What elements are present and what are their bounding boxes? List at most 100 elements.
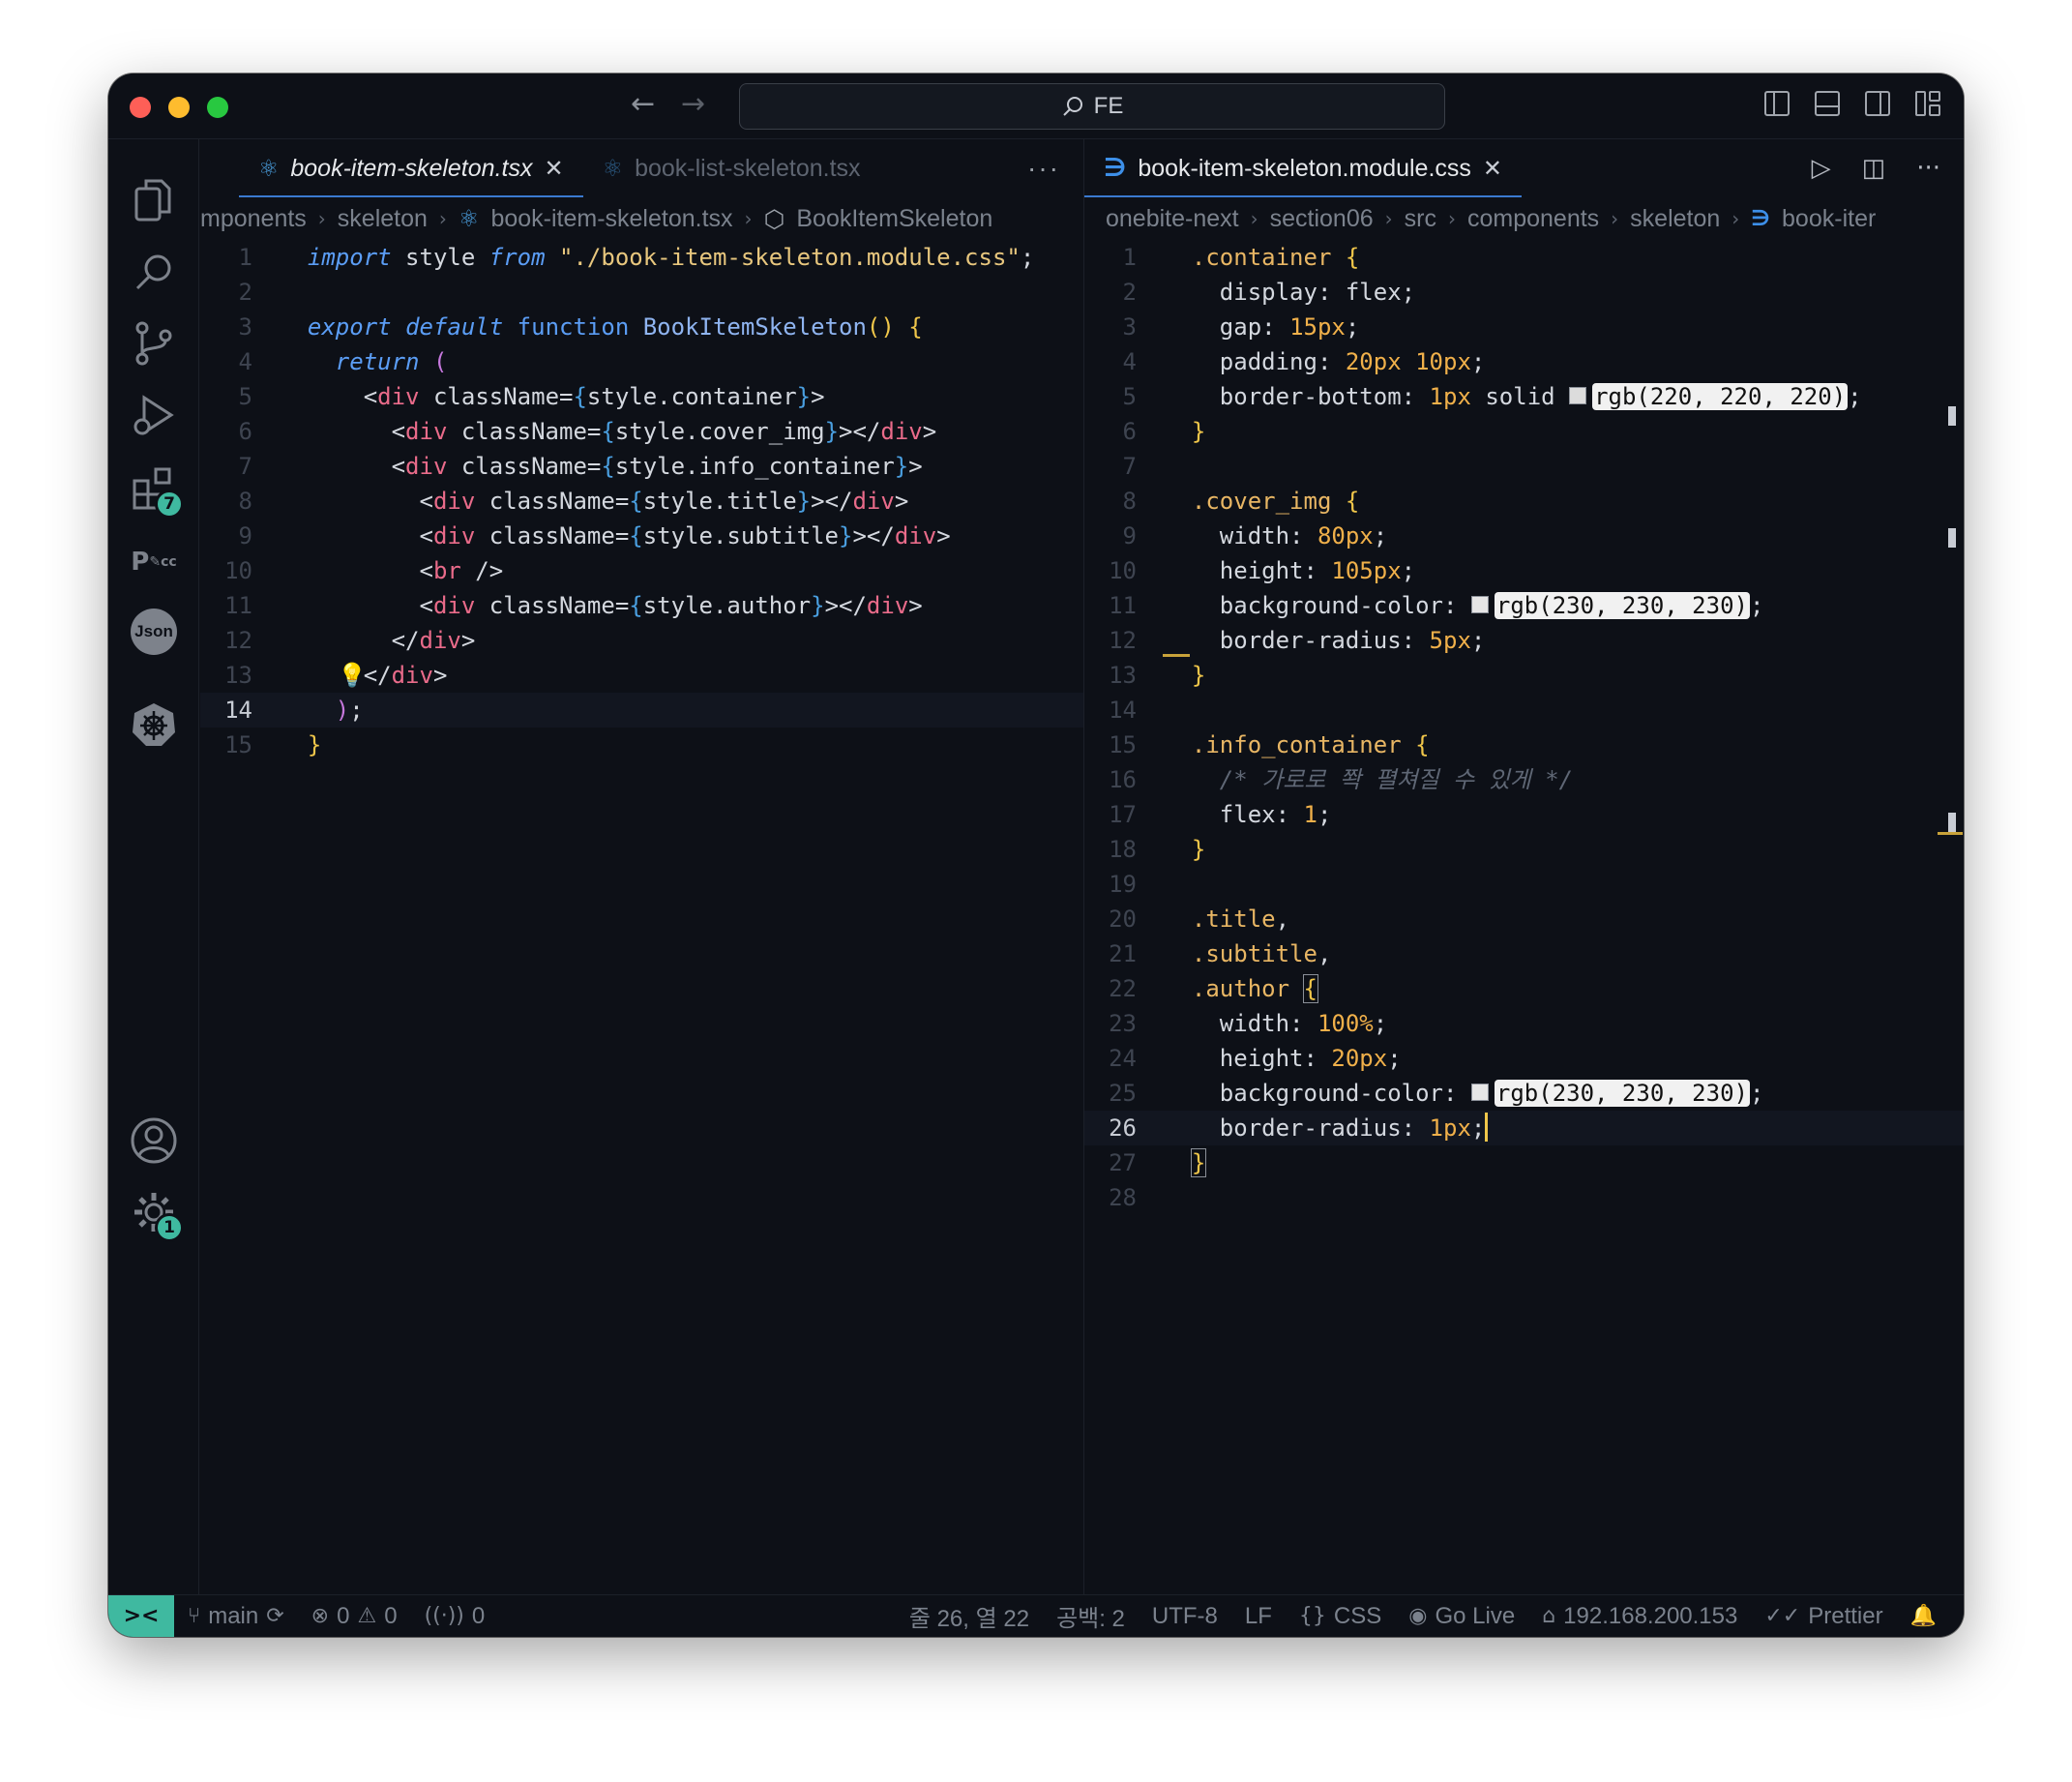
chevron-right-icon: ›	[1732, 207, 1740, 230]
activity-bar: 7 P ✎cc Json 1	[108, 139, 199, 1594]
split-editor-icon[interactable]: ◫	[1862, 154, 1886, 183]
overview-ruler-mark	[1938, 832, 1963, 835]
code-line-current: 26 border-radius: 1px;	[1084, 1111, 1964, 1145]
end-of-line[interactable]: LF	[1231, 1603, 1286, 1630]
ports-status[interactable]: ((·)) 0	[411, 1603, 499, 1630]
color-swatch[interactable]	[1569, 387, 1587, 404]
breadcrumb-item[interactable]: skeleton	[338, 205, 428, 233]
maximize-window-button[interactable]	[207, 97, 228, 118]
scrollbar-mark	[1948, 813, 1956, 832]
breadcrumb-item[interactable]: BookItemSkeleton	[796, 205, 992, 233]
more-actions-icon[interactable]: ···	[1916, 154, 1940, 183]
encoding[interactable]: UTF-8	[1139, 1603, 1231, 1630]
color-swatch[interactable]	[1470, 596, 1489, 613]
code-editor-right[interactable]: 1 .container { 2 display: flex; 3 gap: 1…	[1084, 240, 1964, 1215]
color-swatch[interactable]	[1470, 1084, 1489, 1101]
account-icon[interactable]	[130, 1116, 178, 1165]
settings-gear-icon[interactable]: 1	[130, 1188, 184, 1242]
toggle-panel-icon[interactable]	[1815, 91, 1840, 116]
code-line: 24 height: 20px;	[1109, 1045, 1402, 1072]
tab-book-item-skeleton-module-css[interactable]: ∋ book-item-skeleton.module.css ✕	[1084, 139, 1523, 197]
search-icon	[1062, 97, 1082, 116]
breadcrumb-item[interactable]: components	[1467, 205, 1599, 233]
code-line: 27 }	[1109, 1148, 1207, 1177]
code-line: 2 display: flex;	[1122, 279, 1416, 306]
tab-label: book-item-skeleton.module.css	[1138, 154, 1471, 182]
run-icon[interactable]: ▷	[1812, 154, 1831, 183]
breadcrumb-item[interactable]: mponents	[200, 205, 307, 233]
minimize-window-button[interactable]	[168, 97, 190, 118]
remote-indicator-icon[interactable]: ><	[108, 1594, 174, 1637]
branch-name: main	[208, 1602, 259, 1629]
breadcrumb-item[interactable]: skeleton	[1630, 205, 1720, 233]
indentation[interactable]: 공백: 2	[1043, 1599, 1139, 1633]
code-line: 5 border-bottom: 1px solid rgb(220, 220,…	[1122, 383, 1862, 410]
language-mode[interactable]: {} CSS	[1286, 1603, 1395, 1630]
code-line: 12 border-radius: 5px;	[1109, 627, 1486, 654]
code-line: 7 <div className={style.info_container}>	[238, 453, 923, 480]
explorer-icon[interactable]	[130, 176, 178, 224]
breadcrumb-item[interactable]: src	[1405, 205, 1436, 233]
tab-label: book-item-skeleton.tsx	[290, 154, 533, 182]
code-line: 25 background-color: rgb(230, 230, 230);	[1109, 1080, 1764, 1107]
close-icon[interactable]: ✕	[1483, 155, 1502, 182]
error-count: 0	[337, 1602, 350, 1629]
code-line: 8 .cover_img {	[1122, 488, 1360, 515]
code-line: 11 <div className={style.author}></div>	[224, 592, 923, 619]
ip-status[interactable]: ⌂ 192.168.200.153	[1528, 1603, 1751, 1630]
extensions-icon[interactable]: 7	[130, 464, 184, 519]
kubernetes-icon[interactable]	[130, 700, 178, 749]
code-line: 9 width: 80px;	[1122, 522, 1388, 549]
php-cs-icon[interactable]: P ✎cc	[130, 538, 178, 586]
run-debug-icon[interactable]	[130, 391, 178, 439]
code-line: 7	[1122, 453, 1137, 480]
breadcrumb-item[interactable]: book-iter	[1782, 205, 1876, 233]
prettier-status[interactable]: ✓✓ Prettier	[1751, 1603, 1896, 1630]
customize-layout-icon[interactable]	[1915, 91, 1940, 116]
bell-icon[interactable]: 🔔	[1897, 1604, 1964, 1628]
warning-icon: ⚠	[357, 1604, 377, 1628]
close-icon[interactable]: ✕	[544, 155, 563, 182]
code-line: 28	[1109, 1184, 1137, 1211]
code-line: 9 <div className={style.subtitle}></div>	[238, 522, 951, 549]
source-control-icon[interactable]	[130, 319, 178, 368]
json-icon[interactable]: Json	[130, 608, 178, 656]
code-editor-left[interactable]: 1 import style from "./book-item-skeleto…	[200, 240, 1083, 762]
chevron-right-icon: ›	[1611, 207, 1619, 230]
lightbulb-icon[interactable]: 💡	[338, 658, 367, 693]
breadcrumb-item[interactable]: section06	[1270, 205, 1374, 233]
git-branch-icon: ⑂	[188, 1604, 201, 1628]
go-live-button[interactable]: ◉ Go Live	[1395, 1603, 1528, 1630]
search-icon[interactable]	[130, 248, 178, 296]
react-icon: ⚛	[458, 205, 480, 232]
code-line: 15 .info_container {	[1109, 731, 1430, 758]
double-check-icon: ✓✓	[1764, 1604, 1801, 1628]
arrow-left-icon[interactable]: ←	[631, 87, 655, 121]
code-line: 1 .container {	[1122, 244, 1360, 271]
more-actions-icon[interactable]: ···	[1027, 153, 1083, 184]
toggle-secondary-sidebar-icon[interactable]	[1865, 91, 1890, 116]
close-window-button[interactable]	[130, 97, 151, 118]
code-line: 4 return (	[238, 348, 448, 375]
command-center-label: FE	[1093, 93, 1124, 119]
arrow-right-icon[interactable]: →	[681, 87, 705, 121]
tab-book-item-skeleton-tsx[interactable]: ⚛ book-item-skeleton.tsx ✕	[239, 139, 583, 197]
breadcrumb-item[interactable]: onebite-next	[1106, 205, 1239, 233]
go-live-label: Go Live	[1435, 1602, 1516, 1629]
command-center-search[interactable]: FE	[739, 83, 1445, 130]
tab-book-list-skeleton-tsx[interactable]: ⚛ book-list-skeleton.tsx	[583, 139, 880, 197]
toggle-primary-sidebar-icon[interactable]	[1764, 91, 1790, 116]
title-bar: ← → FE	[108, 74, 1964, 139]
chevron-right-icon: ›	[1384, 207, 1393, 230]
sync-icon[interactable]: ⟳	[266, 1604, 283, 1628]
breadcrumb-item[interactable]: book-item-skeleton.tsx	[490, 205, 732, 233]
cursor-position[interactable]: 줄 26, 열 22	[896, 1599, 1043, 1633]
extensions-badge: 7	[155, 490, 184, 519]
settings-badge: 1	[155, 1213, 184, 1242]
problems-status[interactable]: ⊗ 0 ⚠ 0	[298, 1603, 411, 1630]
ports-count: 0	[471, 1602, 486, 1629]
code-line: 23 width: 100%;	[1109, 1010, 1388, 1037]
layout-controls	[1764, 91, 1940, 116]
code-line: 3 export default function BookItemSkelet…	[238, 313, 923, 341]
branch-status[interactable]: ⑂ main ⟳	[174, 1603, 298, 1630]
